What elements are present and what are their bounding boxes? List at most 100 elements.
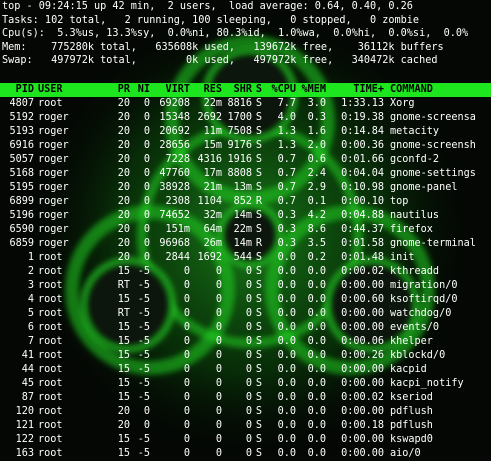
cell-res: 0 xyxy=(215,349,222,361)
cell-mem: 0.0 xyxy=(307,335,326,347)
table-row: 6899 roger 20 0 2308 1104 852 R 0.7 0.1 0:00.10 top xyxy=(0,195,491,209)
cell-mem: 1.6 xyxy=(307,125,326,137)
cell-cpu: 0.0 xyxy=(277,405,296,417)
cell-cpu: 0.0 xyxy=(277,265,296,277)
table-row: 6 root 15 -5 0 0 0 S 0.0 0.0 0:00.00 events/0 xyxy=(0,321,491,335)
cell-pid: 5057 xyxy=(9,153,34,165)
cell-virt: 0 xyxy=(183,321,190,333)
cell-pid: 1 xyxy=(27,251,34,263)
cell-virt: 96968 xyxy=(159,237,190,249)
cell-user: root xyxy=(38,97,63,109)
table-row: 45 root 15 -5 0 0 0 S 0.0 0.0 0:00.00 kacpi_notify xyxy=(0,377,491,391)
cell-time: 0:10.98 xyxy=(341,181,384,193)
cpu-line: Cpu(s): 5.3%us, 13.3%sy, 0.0%ni, 80.3%id… xyxy=(2,28,469,40)
cell-time: 0:44.37 xyxy=(341,223,384,235)
cell-cpu: 0.0 xyxy=(277,419,296,431)
cell-pid: 3 xyxy=(27,279,34,291)
cell-mem: 0.0 xyxy=(307,391,326,403)
cell-user: root xyxy=(38,447,63,459)
cell-pid: 7 xyxy=(27,335,34,347)
cell-mem: 0.0 xyxy=(307,377,326,389)
cell-virt: 2844 xyxy=(165,251,190,263)
cell-nice: 0 xyxy=(143,125,150,137)
cell-command: khelper xyxy=(390,335,433,347)
cell-user: root xyxy=(38,405,63,417)
cell-nice: 0 xyxy=(143,97,150,109)
cell-pid: 5 xyxy=(27,307,34,319)
cell-virt: 38928 xyxy=(159,181,190,193)
cell-time: 0:19.38 xyxy=(341,111,384,123)
cell-user: root xyxy=(38,279,63,291)
top-terminal-output: top - 09:24:15 up 42 min, 2 users, load … xyxy=(0,0,491,459)
cell-command: migration/0 xyxy=(390,279,458,291)
cell-command: nautilus xyxy=(390,209,440,221)
cell-nice: 0 xyxy=(143,209,150,221)
cell-virt: 0 xyxy=(183,363,190,375)
tasks-line: Tasks: 102 total, 2 running, 100 sleepin… xyxy=(2,14,420,26)
cell-state: S xyxy=(255,307,263,319)
table-row: 5 root RT -5 0 0 0 S 0.0 0.0 0:00.00 watchdog/0 xyxy=(0,307,491,321)
mem-line: Mem: 775280k total, 635608k used, 139672… xyxy=(2,41,444,53)
cell-shr: 0 xyxy=(245,363,252,375)
cell-state: S xyxy=(255,181,263,193)
cell-priority: 15 xyxy=(117,433,130,445)
cell-res: 11m xyxy=(203,125,222,137)
cell-pid: 163 xyxy=(15,447,34,459)
cell-shr: 1700 xyxy=(227,111,252,123)
cell-command: top xyxy=(390,195,409,207)
cell-time: 0:04.88 xyxy=(341,209,384,221)
cell-nice: 0 xyxy=(143,181,150,193)
col-ni: NI xyxy=(137,83,150,95)
col-res: RES xyxy=(203,83,222,95)
table-row: 122 root 15 -5 0 0 0 S 0.0 0.0 0:00.00 kswapd0 xyxy=(0,433,491,447)
cell-command: kthreadd xyxy=(390,265,440,277)
cell-mem: 0.0 xyxy=(307,307,326,319)
cell-res: 0 xyxy=(215,279,222,291)
cell-res: 2692 xyxy=(197,111,222,123)
cell-pid: 87 xyxy=(21,391,34,403)
cell-virt: 151m xyxy=(165,223,190,235)
table-row: 4807 root 20 0 69208 22m 8816 S 7.7 3.0 1:33.13 Xor… xyxy=(0,97,491,111)
cell-state: S xyxy=(255,363,263,375)
uptime-line: top - 09:24:15 up 42 min, 2 users, load … xyxy=(2,1,413,12)
cell-cpu: 0.7 xyxy=(277,167,296,179)
cell-user: root xyxy=(38,265,63,277)
cell-user: root xyxy=(38,251,63,263)
cell-priority: 20 xyxy=(117,181,130,193)
cell-pid: 6916 xyxy=(9,139,34,151)
cell-state: S xyxy=(255,405,263,417)
cell-nice: -5 xyxy=(137,391,150,403)
table-row: 5196 roger 20 0 74652 32m 14m S 0.3 4.2 0:04.88 nau… xyxy=(0,209,491,223)
table-row: 5193 roger 20 0 20692 11m 7508 S 1.3 1.6 0:14.84 me… xyxy=(0,125,491,139)
cell-mem: 3.0 xyxy=(307,97,326,109)
cell-state: S xyxy=(255,391,263,403)
cell-time: 0:00.00 xyxy=(341,405,384,417)
cell-state: S xyxy=(255,335,263,347)
cell-time: 0:01.66 xyxy=(341,153,384,165)
cell-priority: 15 xyxy=(117,377,130,389)
cell-pid: 5192 xyxy=(9,111,34,123)
cell-nice: -5 xyxy=(137,377,150,389)
cell-state: S xyxy=(255,349,263,361)
cell-user: root xyxy=(38,391,63,403)
cell-user: roger xyxy=(38,181,69,193)
cell-cpu: 0.7 xyxy=(277,153,296,165)
cell-time: 0:00.00 xyxy=(341,307,384,319)
cell-state: S xyxy=(255,265,263,277)
cell-shr: 14m xyxy=(233,209,252,221)
cell-pid: 45 xyxy=(21,377,34,389)
cell-mem: 4.2 xyxy=(307,209,326,221)
cell-nice: 0 xyxy=(143,419,150,431)
cell-command: events/0 xyxy=(390,321,440,333)
cell-priority: 20 xyxy=(117,223,130,235)
cell-res: 0 xyxy=(215,405,222,417)
cell-shr: 852 xyxy=(233,195,252,207)
cell-state: S xyxy=(255,251,263,263)
cell-mem: 0.6 xyxy=(307,153,326,165)
cell-state: S xyxy=(255,447,263,459)
cell-command: gnome-screensav xyxy=(390,111,476,123)
cell-user: roger xyxy=(38,111,69,123)
cell-priority: 20 xyxy=(117,237,130,249)
cell-nice: -5 xyxy=(137,321,150,333)
cell-nice: 0 xyxy=(143,195,150,207)
